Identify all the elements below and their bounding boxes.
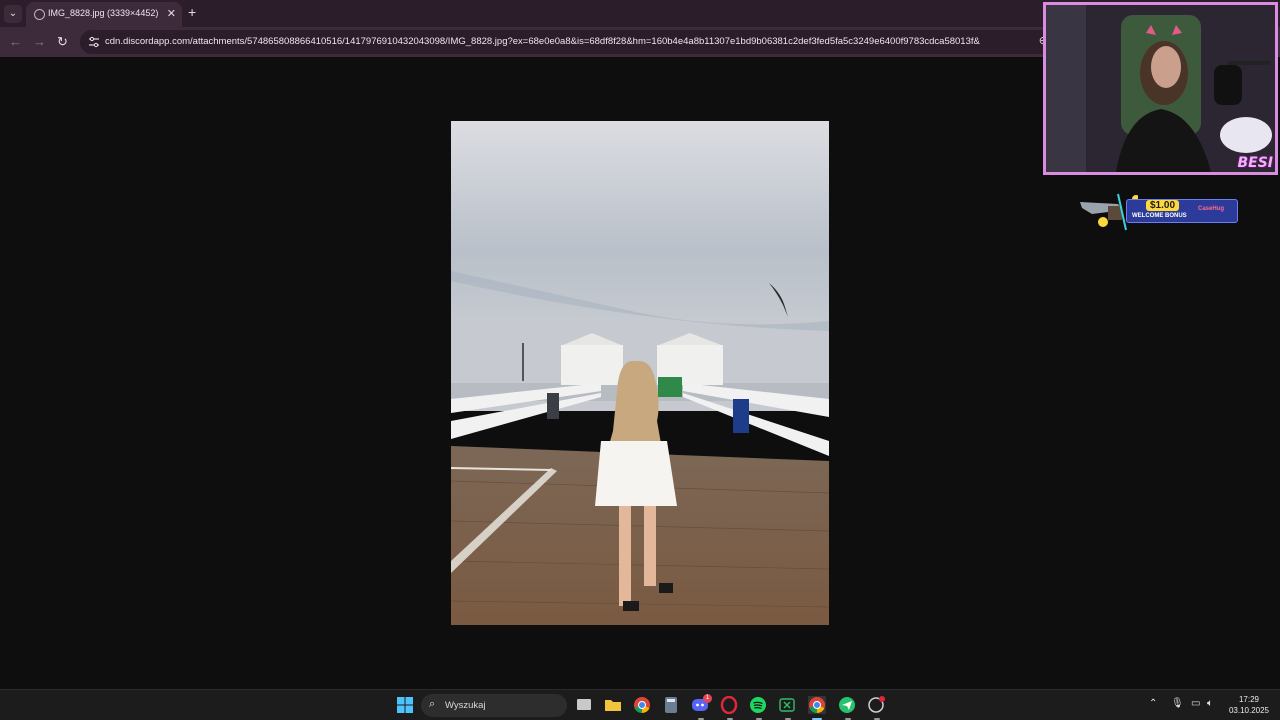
taskbar-search[interactable]: ⌕ Wyszukaj xyxy=(421,694,567,717)
search-placeholder: Wyszukaj xyxy=(445,700,486,711)
address-bar[interactable]: cdn.discordapp.com/attachments/574865808… xyxy=(80,30,1060,54)
windows-start-icon[interactable] xyxy=(396,696,414,714)
chrome-active-icon[interactable] xyxy=(808,696,826,714)
clock-date: 03.10.2025 xyxy=(1228,706,1270,715)
system-clock[interactable]: 17:29 03.10.2025 xyxy=(1226,694,1272,716)
telegram-icon[interactable] xyxy=(838,696,856,714)
webcam-overlay: BESI xyxy=(1043,2,1278,175)
microphone-icon[interactable]: 🎙︎ xyxy=(1171,698,1184,709)
task-view-icon[interactable] xyxy=(575,696,593,714)
chrome-icon[interactable] xyxy=(633,696,651,714)
volume-icon[interactable]: 🔈︎ xyxy=(1207,698,1213,709)
discord-badge: 1 xyxy=(703,694,712,703)
xbox-app-icon[interactable] xyxy=(778,696,796,714)
streamer-brand: BESI xyxy=(1237,155,1273,171)
new-tab-button[interactable]: + xyxy=(188,4,196,20)
taskbar: ⌕ Wyszukaj 1 ⌃ 🎙︎ ▭ 🔈︎ 17:29 03.10.2025 xyxy=(0,689,1280,720)
site-info-icon[interactable] xyxy=(88,36,100,48)
close-icon[interactable]: ✕ xyxy=(167,7,176,20)
displayed-photo[interactable] xyxy=(451,121,829,625)
arrow-left-icon: ← xyxy=(9,34,22,49)
performance-overlay-icon[interactable] xyxy=(867,696,885,714)
promo-banner: $1.00 WELCOME BONUS CaseHug xyxy=(1078,192,1238,232)
calculator-icon[interactable] xyxy=(662,696,680,714)
reload-button[interactable]: ↻ xyxy=(57,34,68,50)
chevron-up-icon[interactable]: ⌃ xyxy=(1149,698,1157,709)
arrow-right-icon: → xyxy=(33,34,46,49)
webcam-feed xyxy=(1046,5,1275,172)
tab-title: IMG_8828.jpg (3339×4452) xyxy=(48,8,159,18)
globe-icon xyxy=(34,9,45,20)
network-icon[interactable]: ▭ xyxy=(1191,698,1200,709)
tab-list-button[interactable]: ⌄ xyxy=(4,5,22,23)
file-explorer-icon[interactable] xyxy=(604,696,622,714)
opera-icon[interactable] xyxy=(720,696,738,714)
promo-logo: CaseHug xyxy=(1198,206,1225,212)
promo-label: WELCOME BONUS xyxy=(1132,213,1187,219)
tab-image[interactable]: IMG_8828.jpg (3339×4452) ✕ xyxy=(26,2,182,27)
search-icon: ⌕ xyxy=(429,698,436,710)
chevron-down-icon: ⌄ xyxy=(8,8,18,19)
clock-time: 17:29 xyxy=(1238,695,1260,704)
back-button[interactable]: ← xyxy=(9,34,22,49)
address-url: cdn.discordapp.com/attachments/574865808… xyxy=(105,36,980,47)
spotify-icon[interactable] xyxy=(749,696,767,714)
plus-icon: + xyxy=(188,4,197,20)
forward-button[interactable]: → xyxy=(33,34,46,49)
promo-amount: $1.00 xyxy=(1146,200,1180,211)
reload-icon: ↻ xyxy=(57,34,68,49)
